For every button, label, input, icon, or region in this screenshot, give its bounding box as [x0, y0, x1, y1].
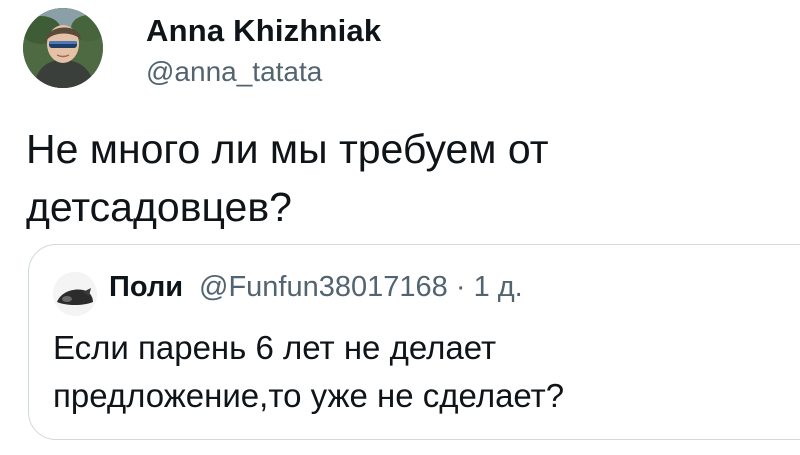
quoted-tweet-time[interactable]: 1 д.: [474, 271, 523, 303]
author-name[interactable]: Anna Khizhniak: [146, 13, 381, 49]
tweet-text-line: детсадовцев?: [26, 184, 292, 230]
user-avatar-icon: [53, 272, 97, 316]
author-handle[interactable]: @anna_tatata: [146, 56, 322, 88]
tweet: Anna Khizhniak @anna_tatata Не много ли …: [0, 0, 800, 455]
quoted-author-name[interactable]: Поли: [109, 271, 183, 304]
author-avatar[interactable]: [23, 8, 103, 88]
quoted-tweet-text: Если парень 6 лет не делает предложение,…: [53, 324, 753, 420]
quoted-text-line: Если парень 6 лет не делает: [53, 329, 497, 366]
quoted-author-avatar[interactable]: [53, 272, 97, 316]
quoted-tweet-meta: @Funfun38017168 · 1 д.: [199, 271, 523, 304]
user-avatar-icon: [23, 8, 103, 88]
tweet-text: Не много ли мы требуем от детсадовцев?: [26, 120, 766, 236]
quoted-author-handle[interactable]: @Funfun38017168: [199, 271, 448, 303]
quoted-text-line: предложение,то уже не сделает?: [53, 377, 565, 414]
meta-separator: ·: [455, 271, 466, 303]
quoted-tweet-card[interactable]: Поли @Funfun38017168 · 1 д. Если парень …: [28, 244, 800, 440]
tweet-text-line: Не много ли мы требуем от: [26, 126, 549, 172]
